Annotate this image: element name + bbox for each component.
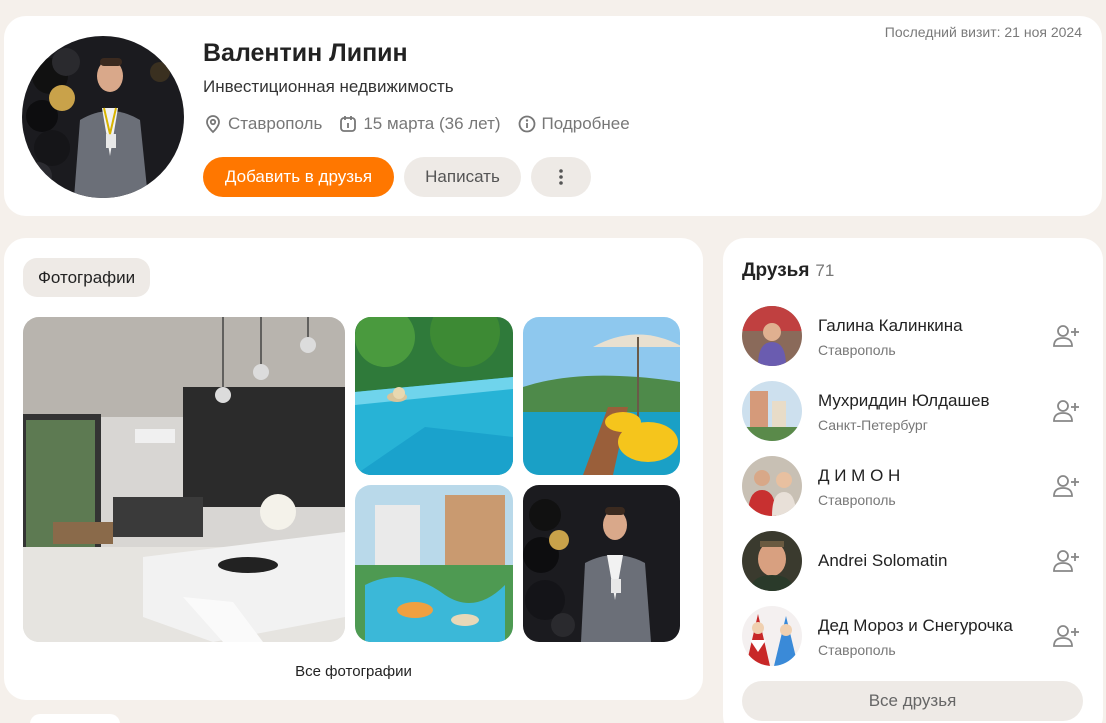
friend-item[interactable]: Галина Калинкина Ставрополь: [742, 306, 1087, 368]
profile-more-link[interactable]: Подробнее: [517, 114, 630, 134]
friend-name[interactable]: Дед Мороз и Снегурочка: [818, 616, 1013, 636]
photo-portrait[interactable]: [523, 485, 680, 642]
add-friend-icon[interactable]: [1051, 546, 1081, 576]
profile-actions: Добавить в друзья Написать: [203, 157, 591, 197]
friend-city: Ставрополь: [818, 642, 896, 658]
last-visit-text: Последний визит: 21 ноя 2024: [884, 24, 1082, 40]
friend-city: Ставрополь: [818, 492, 896, 508]
add-friend-icon[interactable]: [1051, 621, 1081, 651]
profile-name: Валентин Липин: [203, 39, 408, 67]
profile-more-label: Подробнее: [541, 114, 630, 133]
friend-avatar[interactable]: [742, 456, 802, 516]
next-card-edge: [30, 714, 120, 723]
profile-birthday: 15 марта (36 лет): [338, 114, 501, 134]
friend-item[interactable]: Д И М О Н Ставрополь: [742, 456, 1087, 518]
friend-avatar[interactable]: [742, 306, 802, 366]
info-icon: [518, 115, 535, 133]
friends-title[interactable]: Друзья 71: [742, 260, 834, 282]
add-friend-icon[interactable]: [1051, 396, 1081, 426]
more-vertical-icon: [559, 169, 563, 185]
friend-avatar[interactable]: [742, 381, 802, 441]
photo-pool-woman[interactable]: [355, 317, 513, 475]
profile-meta: Ставрополь 15 марта (36 лет) Подробнее: [203, 114, 630, 134]
photo-interior[interactable]: [23, 317, 345, 642]
add-friend-button[interactable]: Добавить в друзья: [203, 157, 394, 197]
profile-card: Последний визит: 21 ноя 2024 Валентин Ли…: [4, 16, 1102, 216]
friend-item[interactable]: Дед Мороз и Снегурочка Ставрополь: [742, 606, 1087, 668]
friend-name[interactable]: Andrei Solomatin: [818, 551, 947, 571]
friend-city: Ставрополь: [818, 342, 896, 358]
add-friend-icon[interactable]: [1051, 471, 1081, 501]
friends-title-label: Друзья: [742, 260, 810, 281]
photo-pool-umbrellas[interactable]: [523, 317, 680, 475]
more-options-button[interactable]: [531, 157, 591, 197]
profile-birthday-label: 15 марта (36 лет): [363, 114, 501, 133]
friends-card: Друзья 71 Галина Калинкина Ставрополь Мух…: [723, 238, 1103, 723]
location-icon: [206, 115, 220, 134]
friend-avatar[interactable]: [742, 531, 802, 591]
friend-item[interactable]: Мухриддин Юлдашев Санкт-Петербург: [742, 381, 1087, 443]
photos-card: Фотографии Все фотографии: [4, 238, 703, 700]
calendar-icon: [340, 116, 357, 132]
write-message-button[interactable]: Написать: [404, 157, 521, 197]
tab-photos[interactable]: Фотографии: [23, 258, 151, 297]
all-friends-button[interactable]: Все друзья: [742, 681, 1083, 721]
friends-count: 71: [815, 261, 835, 280]
friend-city: Санкт-Петербург: [818, 417, 928, 433]
add-friend-icon[interactable]: [1051, 321, 1081, 351]
profile-title: Инвестиционная недвижимость: [203, 77, 454, 96]
friend-name[interactable]: Мухриддин Юлдашев: [818, 391, 990, 411]
profile-avatar[interactable]: [22, 36, 184, 198]
all-photos-link[interactable]: Все фотографии: [4, 663, 703, 680]
friend-item[interactable]: Andrei Solomatin: [742, 531, 1087, 593]
profile-city[interactable]: Ставрополь: [203, 114, 322, 134]
photo-resort-aerial[interactable]: [355, 485, 513, 642]
friend-name[interactable]: Д И М О Н: [818, 466, 900, 486]
profile-city-label: Ставрополь: [228, 114, 323, 133]
friend-avatar[interactable]: [742, 606, 802, 666]
friend-name[interactable]: Галина Калинкина: [818, 316, 963, 336]
